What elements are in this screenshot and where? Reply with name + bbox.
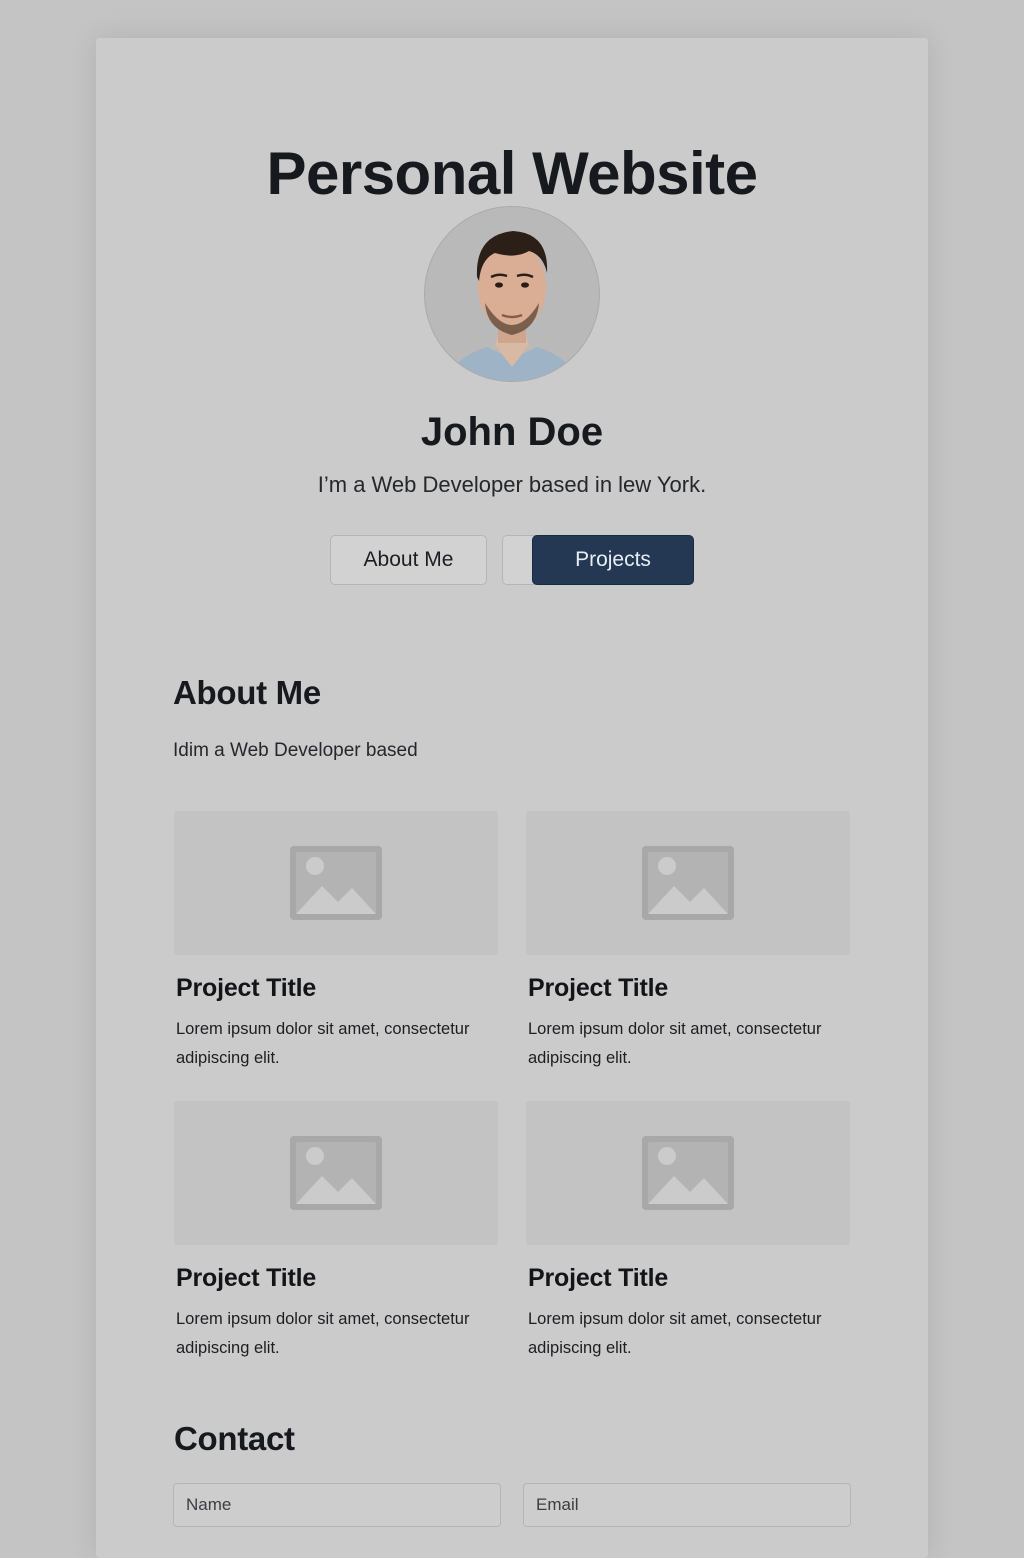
project-thumbnail bbox=[526, 811, 850, 955]
project-title: Project Title bbox=[176, 974, 317, 1002]
project-title: Project Title bbox=[176, 1264, 317, 1292]
project-title: Project Title bbox=[528, 1264, 669, 1292]
project-card[interactable]: Project Title Lorem ipsum dolor sit amet… bbox=[174, 811, 498, 1073]
project-card[interactable]: Project Title Lorem ipsum dolor sit amet… bbox=[174, 1101, 498, 1363]
image-placeholder-icon bbox=[642, 846, 734, 920]
page-title: Personal Website bbox=[266, 140, 758, 207]
project-card[interactable]: Project Title Lorem ipsum dolor sit amet… bbox=[526, 1101, 850, 1363]
portrait-photo bbox=[425, 207, 599, 381]
project-card[interactable]: Project Title Lorem ipsum dolor sit amet… bbox=[526, 811, 850, 1073]
about-heading: About Me bbox=[173, 674, 321, 711]
avatar bbox=[424, 206, 600, 382]
project-description: Lorem ipsum dolor sit amet, consectetur … bbox=[528, 1020, 822, 1067]
project-description: Lorem ipsum dolor sit amet, consectetur … bbox=[176, 1310, 470, 1357]
project-thumbnail bbox=[526, 1101, 850, 1245]
project-description: Lorem ipsum dolor sit amet, consectetur … bbox=[176, 1020, 470, 1067]
image-placeholder-icon bbox=[642, 1136, 734, 1210]
image-placeholder-icon bbox=[290, 846, 382, 920]
about-text: Idim a Web Developer based bbox=[173, 740, 418, 761]
name-field[interactable] bbox=[173, 1483, 501, 1527]
project-description: Lorem ipsum dolor sit amet, consectetur … bbox=[528, 1310, 822, 1357]
profile-tagline: I’m a Web Developer based in lew York. bbox=[317, 472, 707, 497]
page-card: Personal Website John Doe I’m a Web Deve… bbox=[96, 38, 928, 1558]
project-title: Project Title bbox=[528, 974, 669, 1002]
about-me-button[interactable]: About Me bbox=[330, 535, 487, 585]
image-placeholder-icon bbox=[290, 1136, 382, 1210]
contact-heading: Contact bbox=[174, 1420, 295, 1457]
project-thumbnail bbox=[174, 811, 498, 955]
profile-name: John Doe bbox=[420, 410, 604, 454]
project-thumbnail bbox=[174, 1101, 498, 1245]
email-field[interactable] bbox=[523, 1483, 851, 1527]
projects-button[interactable]: Projects bbox=[532, 535, 694, 585]
